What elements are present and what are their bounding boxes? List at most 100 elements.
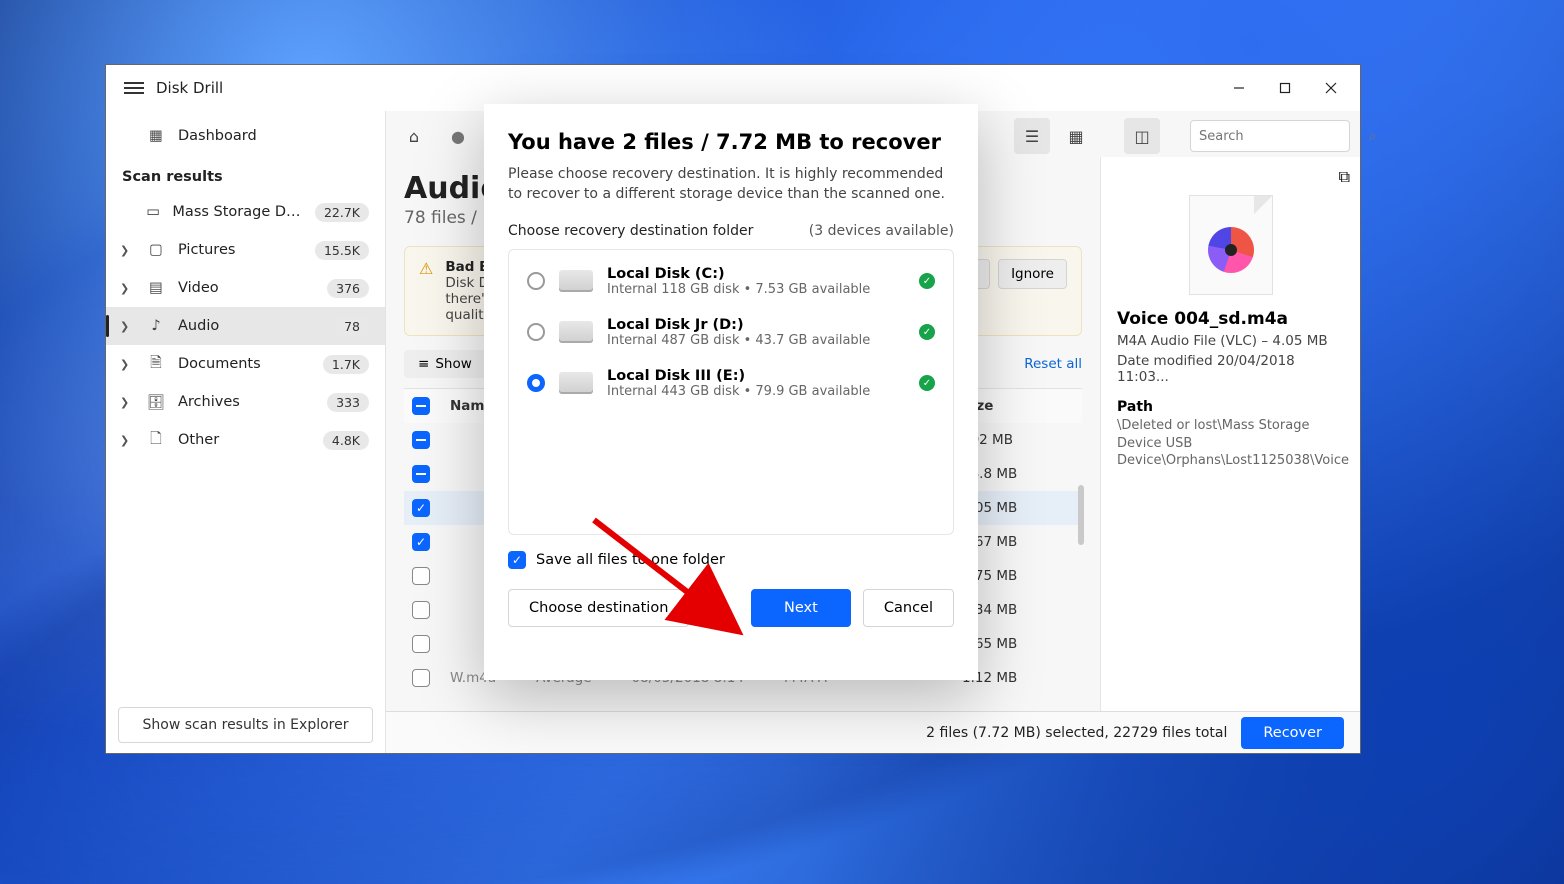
video-icon: ▤: [146, 280, 166, 296]
popout-icon[interactable]: ⧉: [1339, 167, 1350, 187]
row-size: 34.8 MB: [962, 466, 1082, 482]
sidebar-item-device[interactable]: ▭ Mass Storage Device U... 22.7K: [106, 193, 385, 231]
file-thumbnail: [1189, 195, 1273, 295]
sidebar-item-audio[interactable]: ❯ ♪ Audio 78: [106, 307, 385, 345]
radio-button[interactable]: [527, 374, 545, 392]
maximize-button[interactable]: [1262, 66, 1308, 110]
preview-panel: ⧉ Voice 004_sd.m4a M4A Audio File (VLC) …: [1100, 157, 1360, 711]
show-in-explorer-button[interactable]: Show scan results in Explorer: [118, 707, 373, 743]
warning-icon: ⚠: [419, 259, 433, 278]
selection-summary: 2 files (7.72 MB) selected, 22729 files …: [926, 725, 1227, 741]
sidebar-item-documents[interactable]: ❯ 🗎 Documents 1.7K: [106, 345, 385, 383]
count-badge: 1.7K: [323, 355, 369, 374]
row-checkbox[interactable]: [412, 601, 430, 619]
search-input[interactable]: [1199, 129, 1369, 144]
sidebar-item-label: Audio: [178, 318, 219, 334]
sidebar-item-video[interactable]: ❯ ▤ Video 376: [106, 269, 385, 307]
col-size[interactable]: Size: [962, 398, 1082, 414]
radio-button[interactable]: [527, 272, 545, 290]
row-size: 3.67 MB: [962, 534, 1082, 550]
device-detail: Internal 118 GB disk • 7.53 GB available: [607, 282, 870, 297]
drive-icon: ▭: [146, 204, 160, 220]
panel-toggle-icon[interactable]: ◫: [1124, 118, 1160, 154]
drive-icon: [559, 270, 593, 292]
save-all-checkbox[interactable]: ✓: [508, 551, 526, 569]
cancel-button[interactable]: Cancel: [863, 589, 954, 627]
sidebar-dashboard[interactable]: ▦ Dashboard: [106, 117, 385, 155]
preview-filename: Voice 004_sd.m4a: [1117, 309, 1344, 329]
sidebar-item-label: Pictures: [178, 242, 235, 258]
radio-button[interactable]: [527, 323, 545, 341]
ignore-button[interactable]: Ignore: [998, 259, 1067, 289]
status-bar: 2 files (7.72 MB) selected, 22729 files …: [386, 711, 1360, 753]
sidebar-item-other[interactable]: ❯ 🗋 Other 4.8K: [106, 421, 385, 459]
device-name: Local Disk Jr (D:): [607, 317, 870, 333]
device-detail: Internal 487 GB disk • 43.7 GB available: [607, 333, 870, 348]
close-button[interactable]: [1308, 66, 1354, 110]
drive-icon: [559, 321, 593, 343]
ok-icon: ✓: [919, 273, 935, 289]
device-option[interactable]: Local Disk Jr (D:)Internal 487 GB disk •…: [509, 307, 953, 358]
choose-destination-button[interactable]: Choose destination: [508, 589, 689, 627]
grid-view-icon[interactable]: ▦: [1058, 118, 1094, 154]
row-checkbox[interactable]: ✓: [412, 533, 430, 551]
next-button[interactable]: Next: [751, 589, 851, 627]
dashboard-icon: ▦: [146, 128, 166, 144]
row-checkbox[interactable]: ✓: [412, 499, 430, 517]
select-all-checkbox[interactable]: [412, 397, 430, 415]
drive-icon: [559, 372, 593, 394]
chevron-right-icon: ❯: [120, 396, 129, 409]
dialog-description: Please choose recovery destination. It i…: [508, 164, 954, 205]
row-size: 7.34 MB: [962, 602, 1082, 618]
sidebar-item-label: Video: [178, 280, 219, 296]
file-icon: 🗋: [146, 428, 166, 453]
list-view-icon[interactable]: ☰: [1014, 118, 1050, 154]
sidebar-item-archives[interactable]: ❯ 🗄 Archives 333: [106, 383, 385, 421]
row-size: 2.65 MB: [962, 636, 1082, 652]
sidebar-item-label: Other: [178, 432, 219, 448]
sidebar-heading: Scan results: [106, 155, 385, 193]
dialog-title: You have 2 files / 7.72 MB to recover: [508, 130, 954, 154]
count-badge: 376: [327, 279, 369, 298]
chevron-right-icon: ❯: [120, 244, 129, 257]
count-badge: 333: [327, 393, 369, 412]
device-option[interactable]: Local Disk III (E:)Internal 443 GB disk …: [509, 358, 953, 409]
image-icon: ▢: [146, 242, 166, 258]
row-size: 1.75 MB: [962, 568, 1082, 584]
search-field[interactable]: ⌕: [1190, 120, 1350, 152]
ok-icon: ✓: [919, 375, 935, 391]
scrollbar-thumb[interactable]: [1078, 485, 1084, 545]
device-option[interactable]: Local Disk (C:)Internal 118 GB disk • 7.…: [509, 256, 953, 307]
sidebar-item-label: Archives: [178, 394, 240, 410]
minimize-button[interactable]: [1216, 66, 1262, 110]
home-icon[interactable]: ⌂: [396, 118, 432, 154]
chevron-right-icon: ❯: [120, 434, 129, 447]
app-title: Disk Drill: [156, 79, 223, 97]
row-checkbox[interactable]: [412, 635, 430, 653]
search-icon: ⌕: [1369, 129, 1376, 144]
row-checkbox[interactable]: [412, 465, 430, 483]
row-checkbox[interactable]: [412, 669, 430, 687]
recover-button[interactable]: Recover: [1241, 717, 1344, 749]
show-filter-button[interactable]: ≡Show: [404, 350, 486, 378]
row-checkbox[interactable]: [412, 431, 430, 449]
preview-path: \Deleted or lost\Mass Storage Device USB…: [1117, 417, 1344, 470]
recovery-destination-dialog: You have 2 files / 7.72 MB to recover Pl…: [484, 104, 978, 680]
sidebar-item-pictures[interactable]: ❯ ▢ Pictures 15.5K: [106, 231, 385, 269]
reset-all-link[interactable]: Reset all: [1024, 356, 1082, 372]
sidebar-item-label: Documents: [178, 356, 261, 372]
row-size: 4.05 MB: [962, 500, 1082, 516]
count-badge: 78: [335, 317, 369, 336]
sidebar-item-label: Dashboard: [178, 128, 257, 144]
ok-icon: ✓: [919, 324, 935, 340]
row-checkbox[interactable]: [412, 567, 430, 585]
row-size: 602 MB: [962, 432, 1082, 448]
choose-label: Choose recovery destination folder: [508, 223, 753, 239]
device-name: Local Disk III (E:): [607, 368, 870, 384]
device-detail: Internal 443 GB disk • 79.9 GB available: [607, 384, 870, 399]
preview-date: Date modified 20/04/2018 11:03...: [1117, 353, 1344, 385]
device-name: Local Disk (C:): [607, 266, 870, 282]
menu-icon[interactable]: [124, 79, 144, 97]
count-badge: 15.5K: [315, 241, 369, 260]
chevron-right-icon: ❯: [120, 358, 129, 371]
